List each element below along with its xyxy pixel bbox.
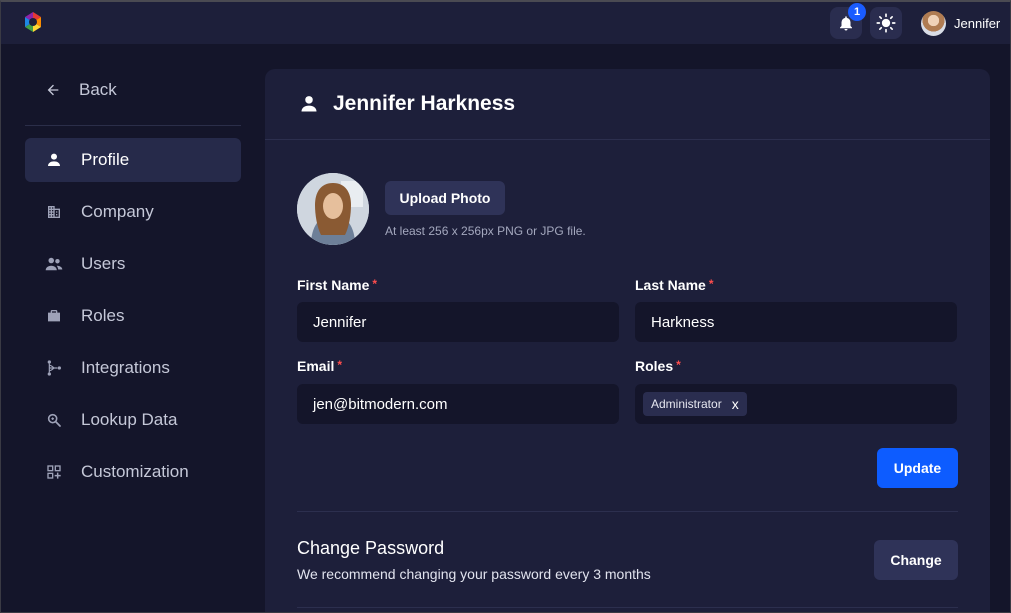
back-label: Back: [79, 80, 117, 99]
top-bar: 1 Jennifer: [1, 2, 1010, 44]
sidebar-item-label: Users: [81, 254, 126, 273]
app-logo-icon[interactable]: [21, 10, 45, 34]
first-name-value: Jennifer: [313, 313, 367, 331]
building-icon: [45, 203, 63, 221]
required-marker: *: [708, 277, 714, 291]
change-password-description: We recommend changing your password ever…: [297, 566, 651, 582]
email-field[interactable]: jen@bitmodern.com: [297, 384, 619, 424]
required-marker: *: [337, 358, 343, 372]
sun-icon: [876, 13, 896, 33]
sidebar-item-label: Customization: [81, 462, 189, 481]
sidebar-item-profile[interactable]: Profile: [25, 138, 241, 182]
change-password-button[interactable]: Change: [874, 540, 958, 580]
first-name-label: First Name *: [297, 277, 377, 293]
upload-hint: At least 256 x 256px PNG or JPG file.: [385, 224, 586, 238]
briefcase-icon: [45, 307, 63, 325]
card-header: Jennifer Harkness: [265, 69, 990, 140]
last-name-value: Harkness: [651, 313, 715, 331]
person-icon: [301, 96, 317, 112]
last-name-label-text: Last Name: [635, 277, 706, 293]
role-chip-label: Administrator: [651, 397, 722, 411]
avatar: [921, 11, 946, 36]
required-marker: *: [372, 277, 378, 291]
sidebar-item-label: Company: [81, 202, 154, 221]
profile-card: Jennifer Harkness Upload Photo At least …: [265, 69, 990, 612]
sidebar-item-label: Roles: [81, 306, 125, 325]
roles-field[interactable]: Administrator x: [635, 384, 957, 424]
role-chip: Administrator x: [643, 392, 747, 416]
sidebar-item-users[interactable]: Users: [25, 242, 241, 286]
sidebar-item-lookup-data[interactable]: Lookup Data: [25, 398, 241, 442]
sidebar-item-label: Lookup Data: [81, 410, 178, 429]
section-divider: [297, 511, 958, 512]
email-label-text: Email: [297, 358, 335, 374]
sidebar-item-label: Profile: [81, 150, 130, 169]
sidebar-divider: [25, 125, 241, 126]
sidebar-item-label: Integrations: [81, 358, 170, 377]
first-name-label-text: First Name: [297, 277, 370, 293]
person-icon: [45, 151, 63, 169]
email-value: jen@bitmodern.com: [313, 395, 448, 413]
page-title: Jennifer Harkness: [333, 92, 516, 115]
section-divider: [297, 607, 958, 608]
user-name: Jennifer: [954, 16, 1001, 31]
sidebar-item-integrations[interactable]: Integrations: [25, 346, 241, 390]
notifications-button[interactable]: 1: [830, 3, 866, 39]
arrow-left-icon: [47, 84, 59, 96]
required-marker: *: [676, 358, 681, 372]
user-menu[interactable]: Jennifer: [921, 11, 1000, 36]
sidebar-item-roles[interactable]: Roles: [25, 294, 241, 338]
upload-photo-button[interactable]: Upload Photo: [385, 181, 505, 215]
roles-label-text: Roles: [635, 358, 674, 374]
notification-count-badge: 1: [848, 3, 866, 21]
update-button[interactable]: Update: [877, 448, 958, 488]
roles-label: Roles *: [635, 358, 681, 374]
integrations-icon: [45, 359, 63, 377]
profile-photo-image: [297, 173, 369, 245]
search-zoom-icon: [45, 411, 63, 429]
profile-photo: [297, 173, 369, 245]
users-icon: [45, 255, 63, 273]
change-password-title: Change Password: [297, 538, 445, 558]
sidebar-item-customization[interactable]: Customization: [25, 450, 241, 494]
back-link[interactable]: Back: [45, 80, 117, 100]
sidebar-item-company[interactable]: Company: [25, 190, 241, 234]
grid-plus-icon: [45, 463, 63, 481]
last-name-label: Last Name *: [635, 277, 713, 293]
email-label: Email *: [297, 358, 342, 374]
remove-role-button[interactable]: x: [732, 396, 739, 412]
sidebar: Back Profile Company Users Roles Integra…: [1, 44, 263, 612]
app-window: 1 Jennifer Back Profile Company Users Ro…: [0, 0, 1011, 613]
last-name-field[interactable]: Harkness: [635, 302, 957, 342]
theme-toggle-button[interactable]: [870, 7, 902, 39]
first-name-field[interactable]: Jennifer: [297, 302, 619, 342]
